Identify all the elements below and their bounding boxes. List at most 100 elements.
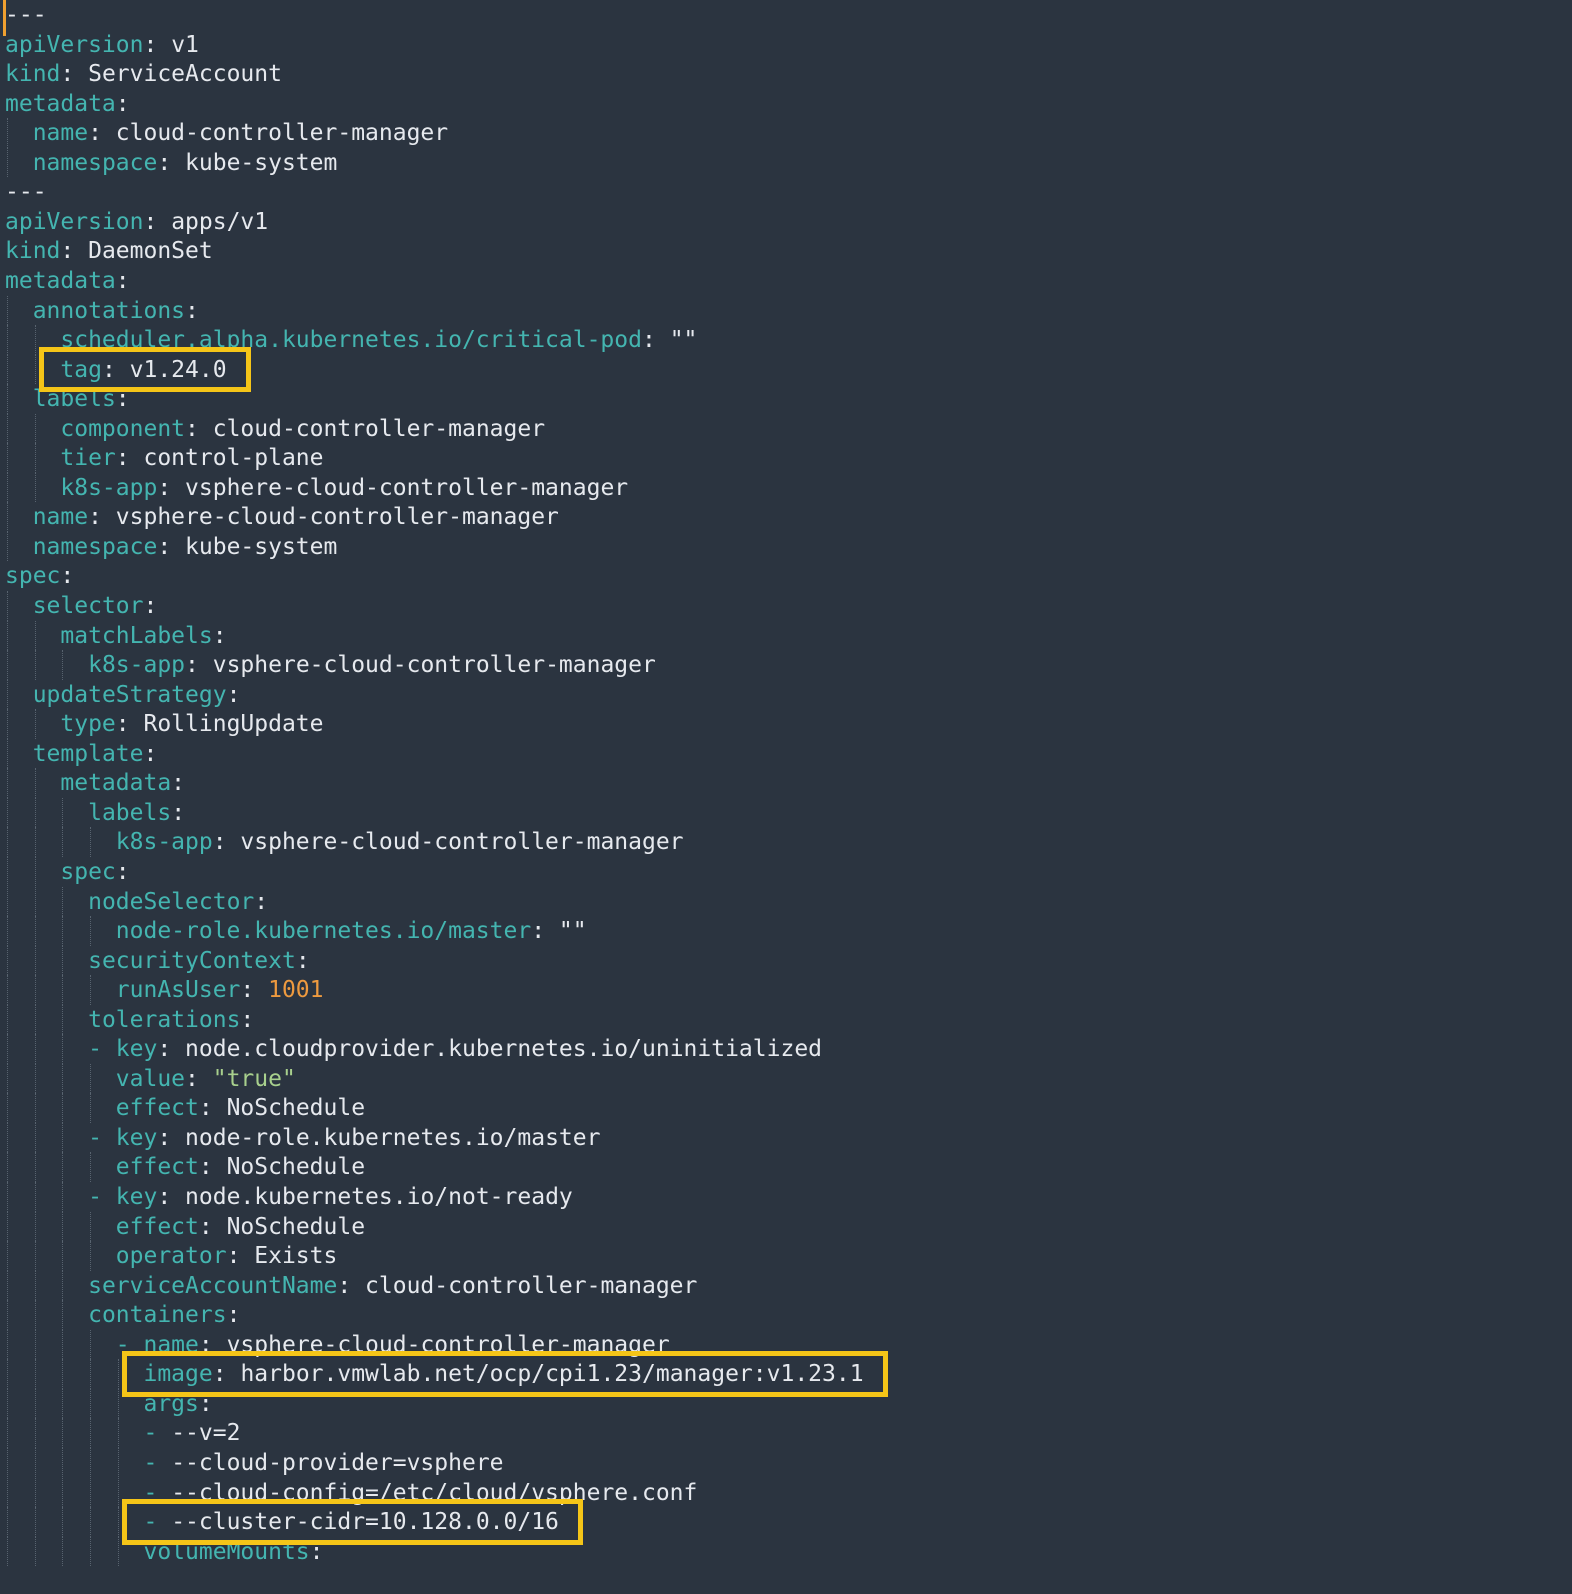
code-line[interactable]: node-role.kubernetes.io/master: "" bbox=[5, 916, 587, 946]
yaml-separator: : bbox=[198, 1154, 227, 1181]
indent-guide bbox=[7, 531, 8, 562]
indent-guide bbox=[34, 1182, 36, 1212]
code-line[interactable]: runAsUser: 1001 bbox=[5, 975, 324, 1005]
code-line[interactable]: namespace: kube-system bbox=[5, 532, 338, 562]
code-line[interactable]: name: vsphere-cloud-controller-manager bbox=[5, 502, 559, 532]
indent-guide bbox=[117, 1536, 119, 1567]
code-line[interactable]: tolerations: bbox=[5, 1005, 254, 1035]
indent-guide bbox=[34, 1536, 36, 1567]
code-line[interactable]: metadata: bbox=[5, 768, 185, 798]
yaml-value: cloud-controller-manager bbox=[365, 1272, 698, 1299]
code-line[interactable]: - key: node.cloudprovider.kubernetes.io/… bbox=[5, 1034, 822, 1064]
yaml-separator: : bbox=[641, 327, 670, 354]
code-line[interactable]: - key: node.kubernetes.io/not-ready bbox=[5, 1182, 573, 1212]
indent-guide bbox=[34, 472, 36, 503]
code-line[interactable]: namespace: kube-system bbox=[5, 148, 338, 178]
yaml-separator: : bbox=[60, 238, 89, 265]
yaml-value: vsphere-cloud-controller-manager bbox=[240, 829, 684, 856]
code-line[interactable]: effect: NoSchedule bbox=[5, 1152, 365, 1182]
list-dash: - bbox=[88, 1124, 116, 1151]
code-line[interactable]: operator: Exists bbox=[5, 1241, 338, 1271]
code-line[interactable]: name: cloud-controller-manager bbox=[5, 118, 448, 148]
code-line[interactable]: kind: ServiceAccount bbox=[5, 59, 282, 89]
indent-guide bbox=[34, 1270, 36, 1301]
code-line[interactable]: serviceAccountName: cloud-controller-man… bbox=[5, 1271, 697, 1301]
yaml-separator: : bbox=[60, 563, 75, 590]
code-line[interactable]: updateStrategy: bbox=[5, 680, 241, 710]
code-line[interactable]: value: "true" bbox=[5, 1064, 296, 1094]
yaml-separator: : bbox=[185, 297, 199, 324]
code-line[interactable]: - --v=2 bbox=[5, 1418, 240, 1448]
code-line[interactable]: labels: bbox=[5, 798, 185, 828]
code-line[interactable]: spec: bbox=[5, 561, 74, 591]
indent-guide bbox=[7, 1182, 8, 1212]
code-line[interactable]: apiVersion: v1 bbox=[5, 30, 199, 60]
code-line[interactable]: template: bbox=[5, 739, 158, 769]
code-line[interactable]: --- bbox=[5, 177, 47, 207]
code-line[interactable]: containers: bbox=[5, 1300, 240, 1330]
code-line[interactable]: tier: control-plane bbox=[5, 443, 323, 473]
code-line[interactable]: k8s-app: vsphere-cloud-controller-manage… bbox=[5, 473, 628, 503]
indent-guide bbox=[7, 118, 8, 148]
indent-guide bbox=[90, 1507, 92, 1537]
yaml-key: value bbox=[115, 1065, 186, 1092]
highlight-cluster-cidr bbox=[121, 1499, 583, 1545]
indent-guide bbox=[90, 1447, 92, 1478]
code-line[interactable]: selector: bbox=[5, 591, 158, 621]
yaml-separator: : bbox=[295, 947, 310, 974]
code-line[interactable]: k8s-app: vsphere-cloud-controller-manage… bbox=[5, 650, 656, 680]
code-line[interactable]: k8s-app: vsphere-cloud-controller-manage… bbox=[5, 827, 684, 857]
code-line[interactable]: apiVersion: apps/v1 bbox=[5, 207, 268, 237]
indent-guide bbox=[34, 1477, 36, 1508]
code-line[interactable]: - key: node-role.kubernetes.io/master bbox=[5, 1123, 600, 1153]
indent-guide bbox=[62, 916, 64, 946]
yaml-value: v1 bbox=[171, 31, 199, 58]
indent-guide bbox=[7, 1507, 8, 1537]
yaml-separator: : bbox=[185, 652, 213, 679]
yaml-key: nodeSelector bbox=[88, 888, 255, 915]
code-line[interactable]: --- bbox=[5, 0, 47, 30]
code-line[interactable]: metadata: bbox=[5, 266, 130, 296]
code-line[interactable]: effect: NoSchedule bbox=[5, 1093, 365, 1123]
yaml-key: tolerations bbox=[88, 1006, 241, 1033]
code-line[interactable]: annotations: bbox=[5, 296, 199, 326]
indent-guide bbox=[117, 1359, 119, 1389]
code-line[interactable]: spec: bbox=[5, 857, 129, 887]
code-line[interactable]: metadata: bbox=[5, 89, 130, 119]
highlight-image bbox=[121, 1351, 888, 1397]
yaml-value: --v=2 bbox=[171, 1420, 241, 1447]
code-line[interactable]: component: cloud-controller-manager bbox=[5, 414, 545, 444]
indent-guide bbox=[62, 1241, 64, 1271]
code-line[interactable]: kind: DaemonSet bbox=[5, 236, 213, 266]
yaml-key: namespace bbox=[32, 533, 158, 560]
yaml-key: template bbox=[32, 740, 144, 767]
yaml-key: metadata bbox=[60, 770, 172, 797]
yaml-key: metadata bbox=[5, 90, 116, 117]
yaml-value: NoSchedule bbox=[226, 1095, 366, 1122]
indent-guide bbox=[7, 679, 8, 710]
indent-guide bbox=[34, 1063, 36, 1094]
code-line[interactable]: securityContext: bbox=[5, 946, 310, 976]
indent-guide bbox=[90, 1418, 92, 1448]
yaml-key: containers bbox=[88, 1302, 227, 1329]
yaml-editor[interactable]: --- apiVersion: v1 kind: ServiceAccount met… bbox=[0, 0, 1572, 1594]
indent-guide bbox=[117, 1447, 119, 1478]
list-dash: - bbox=[143, 1449, 172, 1476]
code-line[interactable]: nodeSelector: bbox=[5, 887, 268, 917]
indent-guide bbox=[90, 1359, 92, 1389]
code-line[interactable]: type: RollingUpdate bbox=[5, 709, 323, 739]
code-line[interactable]: matchLabels: bbox=[5, 621, 226, 651]
indent-guide bbox=[62, 1122, 64, 1153]
code-line[interactable]: effect: NoSchedule bbox=[5, 1212, 365, 1242]
code-line[interactable]: - --cloud-provider=vsphere bbox=[5, 1448, 503, 1478]
indent-guide bbox=[62, 1063, 64, 1094]
